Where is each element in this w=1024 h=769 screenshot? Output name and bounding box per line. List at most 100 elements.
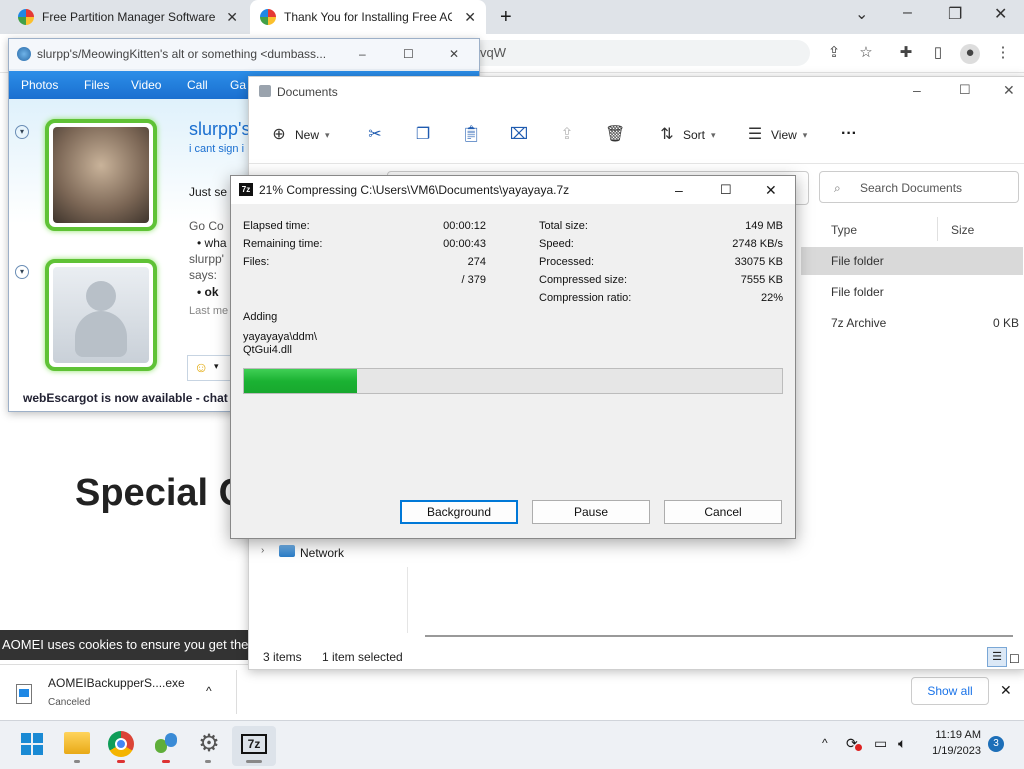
update-sync-icon[interactable]: ⟳ — [846, 735, 862, 752]
nav-network[interactable]: Network — [300, 546, 344, 560]
file-explorer-taskbar-icon[interactable] — [64, 732, 90, 754]
view-label: View — [771, 128, 797, 142]
new-tab-button[interactable]: + — [500, 6, 512, 29]
download-options-chevron-icon[interactable]: ^ — [206, 684, 212, 698]
extensions-puzzle-icon[interactable]: ✚ — [897, 44, 915, 62]
column-type[interactable]: Type — [831, 223, 857, 237]
file-row[interactable]: File folder — [801, 247, 1023, 275]
menu-call[interactable]: Call — [187, 78, 208, 92]
dialog-maximize-button[interactable]: ☐ — [720, 176, 732, 204]
files-label: Files: — [243, 256, 270, 268]
chrome-taskbar-icon[interactable] — [108, 731, 134, 757]
menu-photos[interactable]: Photos — [21, 78, 58, 92]
running-indicator — [162, 760, 170, 763]
shelf-divider — [236, 670, 237, 714]
messenger-maximize-button[interactable]: ☐ — [403, 39, 414, 69]
tab-thank-you[interactable]: Thank You for Installing Free AOMEI ✕ — [250, 0, 486, 34]
toolbar-divider — [249, 163, 1024, 164]
background-button[interactable]: Background — [400, 500, 518, 524]
show-all-button[interactable]: Show all — [911, 677, 989, 705]
delete-icon[interactable]: 🗑︎ — [605, 125, 625, 145]
expand-chevron-icon[interactable]: › — [261, 545, 264, 556]
tab-label: Thank You for Installing Free AOMEI — [284, 10, 452, 24]
close-shelf-icon[interactable]: ✕ — [1000, 682, 1012, 699]
elapsed-time-label: Elapsed time: — [243, 220, 310, 232]
compression-ratio-label: Compression ratio: — [539, 292, 632, 304]
view-button[interactable]: ☰ View ▾ — [745, 125, 808, 145]
collapse-chevron-icon[interactable]: ▾ — [15, 125, 29, 139]
collapse-chevron-icon[interactable]: ▾ — [15, 265, 29, 279]
file-row[interactable]: 7z Archive 0 KB — [801, 309, 1023, 337]
dialog-close-button[interactable]: ✕ — [765, 176, 777, 204]
explorer-minimize-button[interactable]: – — [913, 82, 921, 98]
menu-files[interactable]: Files — [84, 78, 109, 92]
7zip-taskbar-button[interactable]: 7z — [232, 726, 276, 766]
rename-icon[interactable]: ⌧ — [509, 125, 529, 145]
share-icon[interactable]: ⇪ — [557, 125, 577, 145]
tiles-view-icon[interactable]: ☐ — [1009, 647, 1023, 666]
network-tray-icon[interactable]: ▭ — [874, 735, 887, 752]
menu-video[interactable]: Video — [131, 78, 161, 92]
sort-icon: ⇅ — [660, 126, 674, 143]
settings-gear-icon[interactable]: ⚙ — [196, 731, 222, 757]
plus-circle-icon: ⊕ — [272, 126, 286, 143]
clock-date[interactable]: 1/19/2023 — [925, 745, 981, 757]
tab-close-icon[interactable]: ✕ — [226, 9, 238, 26]
tab-close-icon[interactable]: ✕ — [464, 9, 476, 26]
column-size[interactable]: Size — [951, 223, 974, 237]
file-type: File folder — [831, 285, 884, 299]
share-icon[interactable]: ⇪ — [825, 44, 843, 62]
file-type: 7z Archive — [831, 316, 887, 330]
bookmark-star-icon[interactable]: ☆ — [857, 44, 875, 62]
current-file: QtGui4.dll — [243, 344, 292, 356]
details-view-icon[interactable]: ☰ — [987, 647, 1007, 667]
convo-line: says: — [189, 268, 218, 282]
browser-menu-icon[interactable]: ⋮ — [994, 44, 1012, 62]
pane-divider — [407, 567, 408, 633]
pause-button[interactable]: Pause — [532, 500, 650, 524]
more-options-button[interactable]: ··· — [841, 125, 857, 143]
search-documents-field[interactable]: ⌕ Search Documents — [819, 171, 1019, 203]
tab-search-dropdown-icon[interactable]: ⌄ — [855, 4, 868, 24]
show-hidden-icons-chevron-icon[interactable]: ^ — [822, 736, 828, 750]
explorer-close-button[interactable]: ✕ — [1003, 82, 1015, 99]
messenger-minimize-button[interactable]: – — [359, 39, 366, 69]
7zip-taskbar-icon: 7z — [241, 734, 267, 754]
new-button[interactable]: ⊕ New ▾ — [269, 125, 329, 145]
page-heading: Special C — [75, 472, 247, 514]
messenger-title: slurpp's/MeowingKitten's alt or somethin… — [37, 47, 327, 61]
running-indicator — [117, 760, 125, 763]
clock-time[interactable]: 11:19 AM — [929, 729, 981, 741]
start-button[interactable] — [20, 732, 44, 756]
volume-icon[interactable]: 🔈︎ — [898, 735, 906, 752]
browser-close-button[interactable]: ✕ — [994, 4, 1007, 24]
item-count: 3 items — [263, 650, 302, 664]
address-bar[interactable]: vqW — [430, 40, 810, 66]
download-filename[interactable]: AOMEIBackupperS....exe — [48, 676, 185, 690]
dialog-minimize-button[interactable]: – — [675, 176, 683, 204]
tab-free-partition-manager[interactable]: Free Partition Manager Software ✕ — [8, 0, 248, 34]
escargot-taskbar-icon[interactable] — [153, 731, 179, 757]
paste-icon[interactable]: 📋︎ — [461, 125, 481, 145]
profile-avatar-icon[interactable]: ● — [960, 44, 980, 64]
remaining-time-label: Remaining time: — [243, 238, 323, 250]
horizontal-scrollbar[interactable] — [425, 635, 1013, 637]
compression-progress-bar — [243, 368, 783, 394]
cut-icon[interactable]: ✂ — [365, 125, 385, 145]
notification-badge[interactable]: 3 — [988, 736, 1004, 752]
sort-button[interactable]: ⇅ Sort ▾ — [657, 125, 715, 145]
convo-line: Just se — [189, 185, 228, 199]
menu-games[interactable]: Ga — [230, 78, 246, 92]
copy-icon[interactable]: ❐ — [413, 125, 433, 145]
side-panel-icon[interactable]: ▯ — [929, 44, 947, 62]
file-row[interactable]: File folder — [801, 278, 1023, 306]
browser-minimize-button[interactable]: – — [903, 4, 912, 22]
explorer-maximize-button[interactable]: ☐ — [959, 82, 971, 98]
browser-restore-button[interactable]: ❐ — [948, 4, 962, 24]
remaining-time-value: 00:00:43 — [443, 238, 486, 250]
escargot-app-icon — [17, 47, 31, 61]
processed-value: 33075 KB — [734, 256, 783, 268]
messenger-close-button[interactable]: ✕ — [449, 39, 459, 69]
my-avatar — [45, 259, 157, 371]
cancel-button[interactable]: Cancel — [664, 500, 782, 524]
